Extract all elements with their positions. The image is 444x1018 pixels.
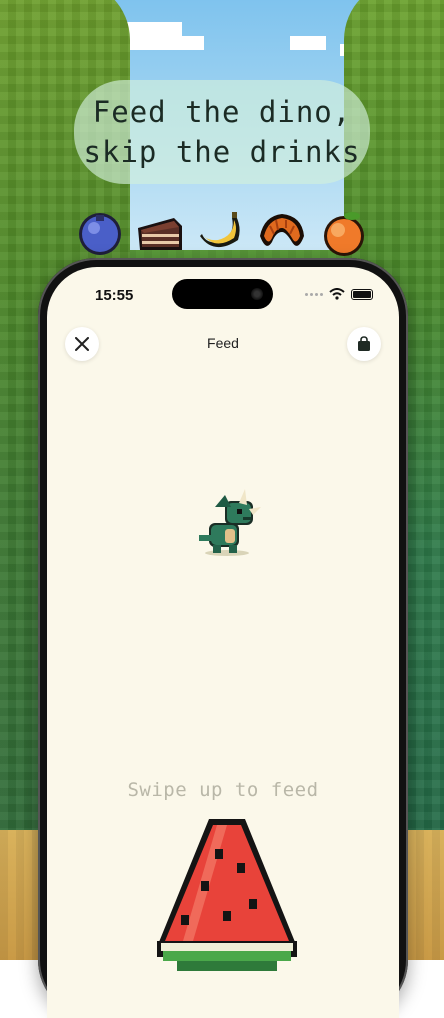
status-bar: 15:55 (47, 267, 399, 321)
blueberry-icon (79, 213, 121, 255)
food-row (74, 206, 374, 262)
wifi-icon (329, 288, 345, 300)
shop-button[interactable] (347, 327, 381, 361)
headline-line-2: skip the drinks (83, 135, 361, 169)
dino-icon (199, 489, 261, 556)
headline-line-1: Feed the dino, (92, 95, 352, 129)
headline-bubble: Feed the dino, skip the drinks (74, 80, 370, 184)
signal-icon (305, 292, 323, 296)
dynamic-island (172, 279, 273, 309)
camera-icon (251, 288, 263, 300)
status-icons (305, 288, 373, 300)
chocolate-cake-icon (138, 218, 182, 250)
banana-icon (200, 212, 240, 248)
app-screen: 15:55 Feed Swipe up to feed (47, 267, 399, 1018)
cloud (290, 36, 326, 50)
nav-bar: Feed (47, 327, 399, 379)
shopping-bag-icon (358, 336, 370, 351)
croissant-icon (260, 214, 304, 246)
peach-icon (324, 212, 364, 256)
status-time: 15:55 (95, 287, 134, 304)
battery-icon (351, 288, 373, 300)
phone-frame: 15:55 Feed Swipe up to feed (38, 258, 408, 1018)
watermelon-icon[interactable] (157, 819, 297, 971)
swipe-hint: Swipe up to feed (127, 779, 319, 801)
